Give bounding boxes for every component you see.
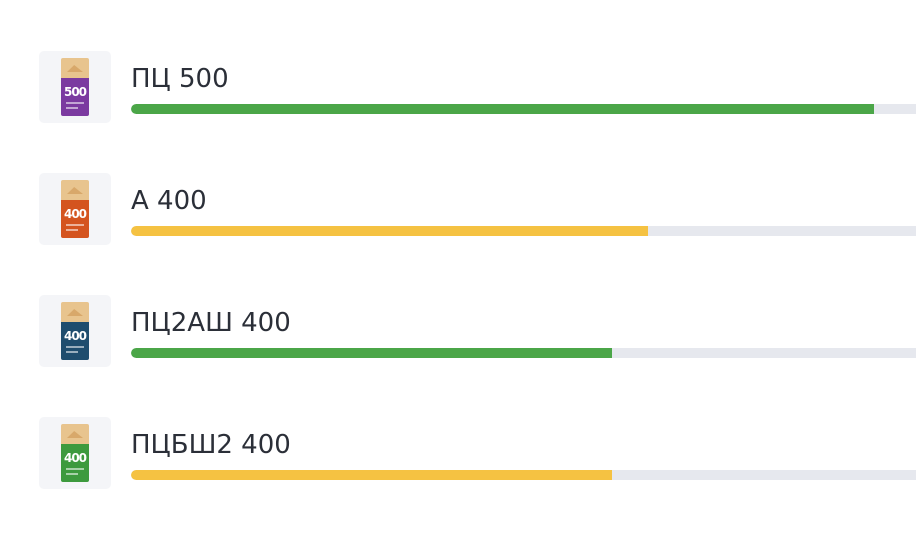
product-name: ПЦ2АШ 400 [131,308,291,338]
progress-fill [131,226,648,236]
progress-fill [131,348,613,358]
progress-track [131,348,916,358]
bag-label: 400 [63,451,87,465]
product-thumbnail: 500 [39,51,111,123]
progress-track [131,226,916,236]
cement-bag-icon: 400 [61,180,89,238]
list-item-pc2ash400[interactable]: 400 ПЦ2АШ 400 [0,295,916,367]
list-item-pcbsh2-400[interactable]: 400 ПЦБШ2 400 [0,417,916,489]
bag-body: 500 [61,78,89,116]
cement-bag-icon: 400 [61,424,89,482]
progress-track [131,104,916,114]
cement-bag-icon: 400 [61,302,89,360]
product-name: ПЦБШ2 400 [131,430,291,460]
list-item-pc500[interactable]: 500 ПЦ 500 [0,51,916,123]
progress-fill [131,470,613,480]
cement-bag-icon: 500 [61,58,89,116]
product-name: ПЦ 500 [131,64,229,94]
product-thumbnail: 400 [39,295,111,367]
bag-label: 400 [63,207,87,221]
bag-body: 400 [61,200,89,238]
bag-label: 500 [63,85,87,99]
bag-body: 400 [61,444,89,482]
product-thumbnail: 400 [39,173,111,245]
product-name: А 400 [131,186,207,216]
list-item-a400[interactable]: 400 А 400 [0,173,916,245]
progress-fill [131,104,875,114]
cement-product-list: 500 ПЦ 500 400 А 400 400 ПЦ2АШ 400 400 П… [0,0,916,552]
product-thumbnail: 400 [39,417,111,489]
bag-body: 400 [61,322,89,360]
progress-track [131,470,916,480]
bag-label: 400 [63,329,87,343]
